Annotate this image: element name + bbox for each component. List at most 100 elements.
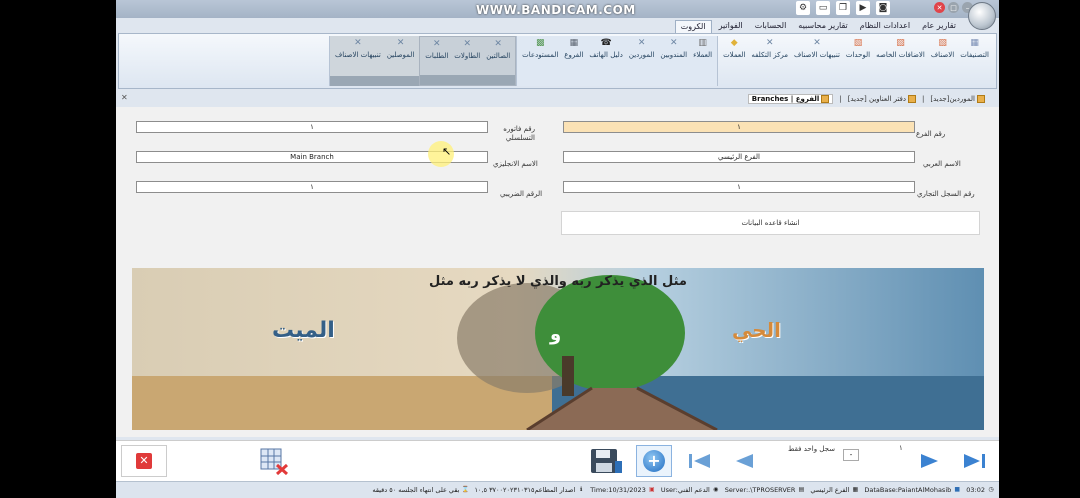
phone-icon: ☎	[600, 38, 612, 48]
tab-invoices[interactable]: الفواتير	[714, 20, 748, 33]
ribbon-item-label: الصالتين	[486, 52, 511, 60]
ribbon-item[interactable]: ▧ الاضافات الخاصه	[873, 38, 928, 68]
new-record-button[interactable]: +	[636, 445, 672, 477]
building-icon: ▥	[698, 38, 707, 48]
ribbon-item[interactable]: ✕ المندوبين	[657, 38, 690, 68]
tab-separator: |	[922, 95, 925, 103]
ribbon-item[interactable]: ✕ مركز التكلفه	[748, 38, 791, 68]
record-combo[interactable]: -	[843, 449, 859, 461]
ribbon-item[interactable]: ▩ المستودعات	[519, 38, 561, 68]
tab-general-reports[interactable]: تقارير عام	[917, 20, 961, 33]
create-database-button[interactable]: انشاء قاعده البيانات	[561, 211, 980, 235]
layers-icon[interactable]: ❐	[836, 1, 850, 15]
tab-system-settings[interactable]: اعدادات النظام	[855, 20, 915, 33]
ribbon-item[interactable]: ✕ الموردين	[626, 38, 658, 68]
ribbon-item[interactable]: ☎ دليل الهاتف	[586, 38, 626, 68]
ribbon-item[interactable]: ▦ الفروع	[561, 38, 586, 68]
coins-icon: ◆	[730, 38, 738, 48]
tab-icon	[908, 95, 917, 103]
ribbon: ▦ التصنيفات ▧ الاصناف ▧ الاضافات الخاصه ▧ الوحد…	[118, 33, 997, 89]
ribbon-item[interactable]: ✕ تنبيهات الاصناف	[791, 38, 843, 68]
ribbon-item[interactable]: ◆ العملات	[720, 38, 748, 68]
status-server: ▤ Server:.\TPROSERVER	[725, 486, 806, 494]
tab-accounts[interactable]: الحسابات	[750, 20, 792, 33]
tab-cards[interactable]: الكروت	[674, 20, 712, 33]
floppy-disk-icon	[591, 449, 622, 473]
status-branch-text: الفرع الرئيسي	[810, 486, 850, 494]
tax-no-field[interactable]: ١	[136, 181, 488, 193]
banner-art	[132, 268, 984, 430]
invoice-serial-label: رقم فاتوره التسلسلي	[503, 125, 535, 142]
invoice-serial-field[interactable]: ١	[136, 121, 488, 133]
status-server-text: Server:.\TPROSERVER	[724, 486, 796, 494]
banner-alive-text: الحي	[732, 318, 782, 342]
doc-tab-label: الفروع | Branches	[751, 95, 820, 103]
doc-tab-label: دفتر العناوين [جديد]	[847, 95, 907, 103]
close-icon: ✕	[136, 453, 152, 469]
ribbon-item[interactable]: ✕ تنبيهات الاصناف	[332, 38, 384, 68]
doc-tab-branches[interactable]: الفروع | Branches	[747, 94, 834, 104]
ribbon-item[interactable]: ▦ التصنيفات	[957, 38, 992, 68]
delete-grid-button[interactable]	[256, 445, 292, 477]
video-icon[interactable]: ▶	[856, 1, 870, 15]
maximize-icon[interactable]: □	[948, 2, 959, 13]
previous-record-button[interactable]	[726, 445, 762, 477]
branch-icon: ▦	[569, 38, 579, 48]
ribbon-item[interactable]: ▧ الوحدات	[843, 38, 873, 68]
close-tab-icon[interactable]: ✕	[121, 93, 128, 102]
tab-accounting-reports[interactable]: تقارير محاسبيه	[793, 20, 852, 33]
ribbon-item-label: المندوبين	[660, 51, 688, 59]
arabic-name-field[interactable]: الفرع الرئيسي	[563, 151, 915, 163]
english-name-label: الاسم الانجليزي	[493, 160, 538, 168]
ribbon-item[interactable]: ✕ الطلبات	[422, 39, 451, 69]
window-icon[interactable]: ▭	[816, 1, 830, 15]
tab-separator: |	[839, 95, 842, 103]
doc-tab-address-book[interactable]: دفتر العناوين [جديد]	[847, 95, 917, 103]
caption-tools: ⚙ ▭ ❐ ▶ ◙	[796, 1, 890, 15]
first-record-button[interactable]	[682, 445, 718, 477]
camera-icon[interactable]: ◙	[876, 1, 890, 15]
warehouse-icon: ▩	[535, 38, 545, 48]
group-footer	[330, 76, 420, 86]
x-icon: ✕	[433, 39, 441, 49]
first-record-icon	[689, 454, 710, 468]
status-database: ■ DataBase:PaiantAlMohasib	[864, 486, 961, 494]
ribbon-item-label: مركز التكلفه	[751, 51, 789, 59]
last-record-button[interactable]	[956, 445, 992, 477]
branch-form: رقم الفرع ١ رقم فاتوره التسلسلي ١ الاسم …	[116, 107, 999, 437]
clock-icon: ◷	[988, 486, 994, 493]
branch-no-field[interactable]: ١	[563, 121, 915, 133]
status-bar: ◷ 03:02 ■ DataBase:PaiantAlMohasib ▦ الفرع …	[116, 481, 999, 498]
ribbon-item[interactable]: ▥ العملاء	[690, 38, 715, 68]
ribbon-group-parties: ▥ العملاء ✕ المندوبين ✕ الموردين ☎ دليل الهاتف ▦…	[516, 36, 718, 86]
user-icon: ◉	[713, 486, 719, 493]
ribbon-item-label: دليل الهاتف	[589, 51, 623, 59]
ribbon-item-label: تنبيهات الاصناف	[794, 51, 840, 59]
status-date-text: Time:10/31/2023	[590, 486, 646, 494]
ribbon-item[interactable]: ▧ الاصناف	[928, 38, 957, 68]
ribbon-item[interactable]: ✕ الموصلين	[384, 38, 417, 68]
status-branch: ▦ الفرع الرئيسي	[810, 486, 859, 494]
close-icon[interactable]: ✕	[934, 2, 945, 13]
status-session: ⌛ بقي على انتهاء الجلسه ٥٠ دقيقه	[372, 486, 469, 494]
boxes-icon: ▧	[938, 38, 947, 48]
close-form-button[interactable]: ✕	[121, 445, 167, 477]
app-window: WWW.BANDICAM.COM ⚙ ▭ ❐ ▶ ◙ ✕ □ – الكروت …	[116, 0, 999, 498]
ribbon-item[interactable]: ✕ الطاولات	[451, 39, 483, 69]
grid-icon: ▦	[970, 38, 979, 48]
ribbon-item-label: تنبيهات الاصناف	[335, 51, 381, 59]
cr-no-field[interactable]: ١	[563, 181, 915, 193]
gear-icon[interactable]: ⚙	[796, 1, 810, 15]
ribbon-item[interactable]: ✕ الصالتين	[483, 39, 513, 69]
recording-watermark: WWW.BANDICAM.COM	[476, 3, 636, 17]
status-time: ◷ 03:02	[966, 486, 995, 494]
doc-tab-suppliers[interactable]: الموردين[جديد]	[930, 95, 985, 103]
save-button[interactable]	[588, 445, 624, 477]
app-menu-orb[interactable]	[968, 2, 996, 30]
branch-no-label: رقم الفرع	[916, 130, 946, 138]
ribbon-item-label: الطلبات	[425, 52, 449, 60]
title-bar: WWW.BANDICAM.COM ⚙ ▭ ❐ ▶ ◙ ✕ □ –	[116, 0, 999, 18]
next-record-button[interactable]	[912, 445, 948, 477]
ribbon-item-label: العملاء	[693, 51, 713, 59]
server-icon: ▤	[798, 486, 805, 493]
